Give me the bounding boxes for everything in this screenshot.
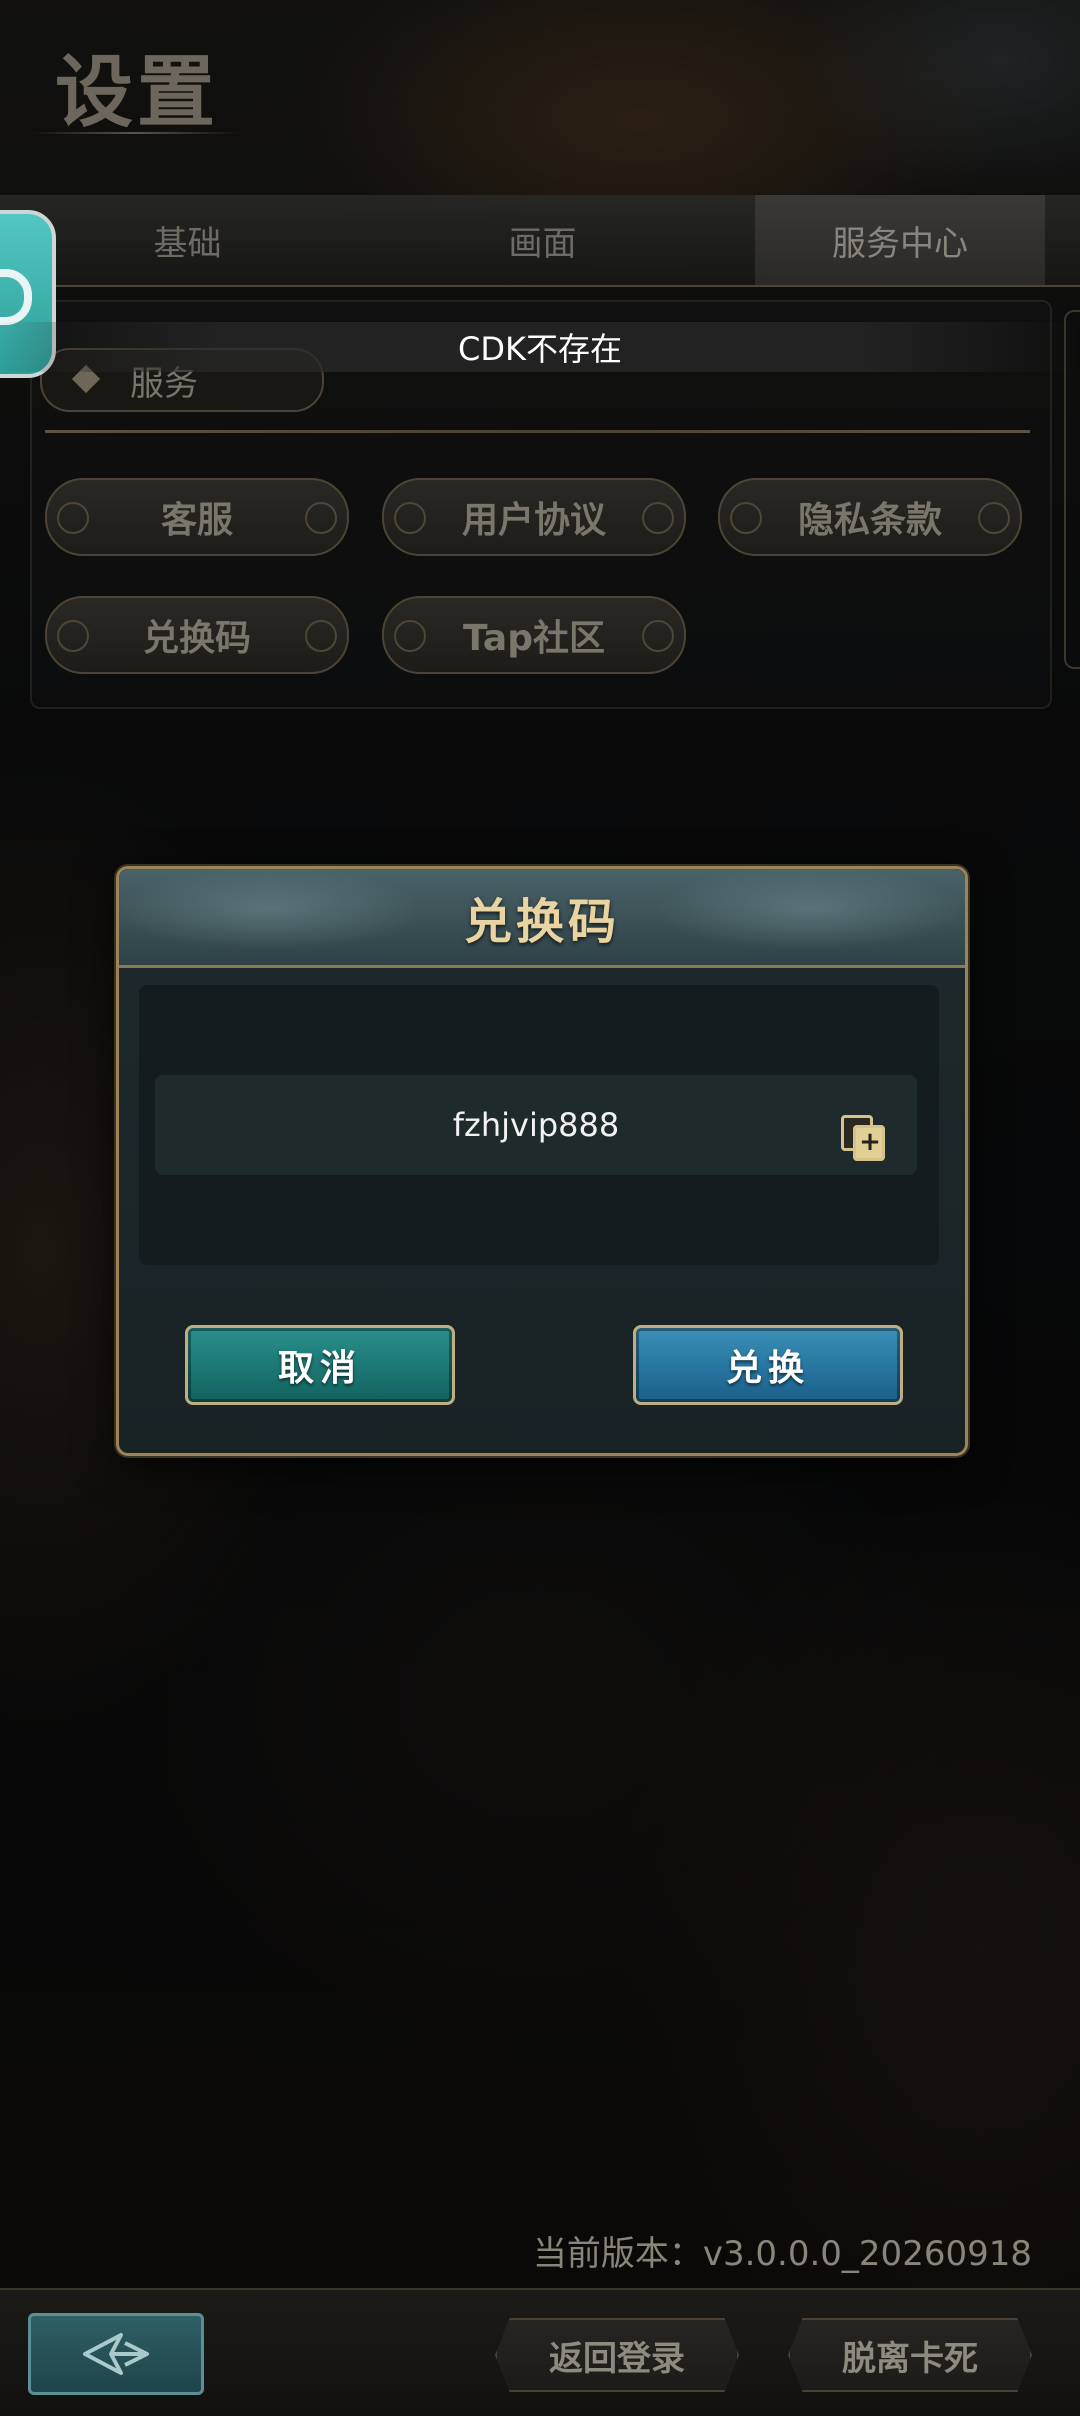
page-title: 设置	[55, 47, 220, 138]
version-label: 当前版本：v3.0.0.0_20260918	[532, 2234, 1032, 2274]
tab-basic[interactable]: 基础	[30, 195, 345, 285]
paste-icon[interactable]: +	[841, 1115, 885, 1161]
user-agreement-button[interactable]: 用户协议	[382, 478, 686, 556]
cancel-button[interactable]: 取消	[185, 1325, 455, 1405]
customer-service-button[interactable]: 客服	[45, 478, 349, 556]
back-button[interactable]	[28, 2313, 204, 2395]
title-underline	[30, 132, 240, 134]
back-arrow-icon	[83, 2333, 149, 2375]
dialog-title: 兑换码	[463, 894, 620, 950]
redeem-button[interactable]: 兑换	[633, 1325, 903, 1405]
section-divider	[45, 430, 1030, 433]
unstuck-button[interactable]: 脱离卡死	[788, 2318, 1032, 2392]
redeem-dialog: 兑换码 fzhjvip888 + 取消 兑换	[116, 866, 968, 1456]
tab-service-center[interactable]: 服务中心	[755, 195, 1045, 285]
privacy-policy-button[interactable]: 隐私条款	[718, 478, 1022, 556]
tab-bar: 基础 画面 服务中心	[0, 195, 1080, 287]
tap-community-button[interactable]: Tap社区	[382, 596, 686, 674]
return-login-button[interactable]: 返回登录	[495, 2318, 739, 2392]
redeem-code-input[interactable]: fzhjvip888	[155, 1075, 917, 1175]
tab-display[interactable]: 画面	[385, 195, 700, 285]
redeem-code-button[interactable]: 兑换码	[45, 596, 349, 674]
toast-message: CDK不存在	[0, 322, 1080, 372]
